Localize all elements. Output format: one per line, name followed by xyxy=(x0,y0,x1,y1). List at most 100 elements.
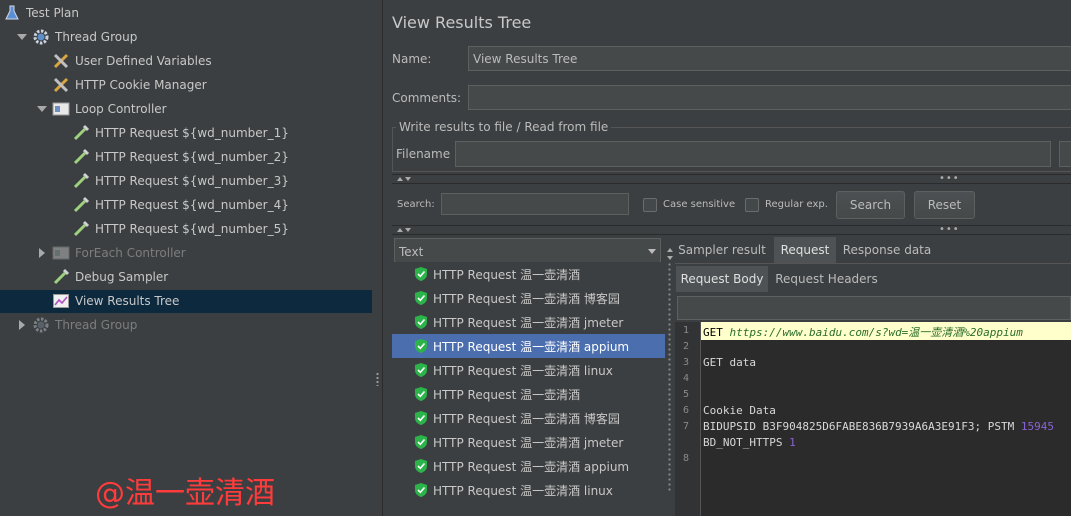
tab-response-data[interactable]: Response data xyxy=(841,237,933,263)
tree-label: HTTP Request ${wd_number_5} xyxy=(95,222,289,236)
tree-label: Debug Sampler xyxy=(75,270,169,284)
result-list-item[interactable]: HTTP Request 温一壶清酒 博客园 xyxy=(392,406,665,430)
tree-item-thread-group[interactable]: Thread Group xyxy=(16,25,137,49)
expand-arrow-icon[interactable] xyxy=(36,247,48,259)
regular-exp-label: Regular exp. xyxy=(765,199,828,210)
tree-item-debug-sampler[interactable]: Debug Sampler xyxy=(52,265,168,289)
result-label: HTTP Request 温一壶清酒 xyxy=(433,267,581,282)
tab-divider xyxy=(675,263,1071,264)
pipette-icon xyxy=(72,220,90,238)
tree-item-http-cookie-manager[interactable]: HTTP Cookie Manager xyxy=(52,73,207,97)
chevron-down-icon xyxy=(648,249,656,254)
split-bar[interactable] xyxy=(392,174,1071,184)
search-button[interactable]: Search xyxy=(836,191,905,219)
pass-shield-icon xyxy=(415,315,427,329)
gear-icon xyxy=(32,28,50,46)
request-search-input[interactable] xyxy=(677,296,1071,320)
tree-item-user-defined-variables[interactable]: User Defined Variables xyxy=(52,49,212,73)
pass-shield-icon xyxy=(415,291,427,305)
pipette-icon xyxy=(72,172,90,190)
tree-label: ForEach Controller xyxy=(75,246,186,260)
results-list[interactable]: HTTP Request 温一壶清酒 HTTP Request 温一壶清酒 博客园… xyxy=(392,262,665,516)
result-label: HTTP Request 温一壶清酒 博客园 xyxy=(433,411,620,426)
cookie-text: BD_NOT_HTTPS xyxy=(703,436,783,449)
result-list-item[interactable]: HTTP Request 温一壶清酒 博客园 xyxy=(392,286,665,310)
tree-item-http-request-3[interactable]: HTTP Request ${wd_number_3} xyxy=(72,169,289,193)
result-list-item[interactable]: HTTP Request 温一壶清酒 jmeter xyxy=(392,430,665,454)
case-sensitive-checkbox[interactable] xyxy=(643,198,657,212)
tree-item-test-plan[interactable]: Test Plan xyxy=(3,1,79,25)
pass-shield-icon xyxy=(415,483,427,497)
tree-label: Test Plan xyxy=(26,6,79,20)
write-results-legend: Write results to file / Read from file xyxy=(396,120,612,134)
scroll-up-icon[interactable] xyxy=(667,248,673,252)
page-title: View Results Tree xyxy=(392,13,532,32)
tree-item-view-results-tree[interactable]: View Results Tree xyxy=(52,289,179,313)
tab-sampler-result[interactable]: Sampler result xyxy=(676,237,768,263)
wrench-screwdriver-icon xyxy=(52,52,70,70)
tree-label: HTTP Request ${wd_number_3} xyxy=(95,174,289,188)
result-list-item[interactable]: HTTP Request 温一壶清酒 appium xyxy=(392,334,665,358)
comments-field[interactable] xyxy=(468,85,1071,110)
split-bar[interactable] xyxy=(392,225,1071,235)
code-line-3: GET data xyxy=(703,356,756,369)
cookie-value: 1 xyxy=(789,436,796,449)
result-label: HTTP Request 温一壶清酒 linux xyxy=(433,483,613,498)
result-list-item[interactable]: HTTP Request 温一壶清酒 linux xyxy=(392,478,665,502)
request-body-text[interactable]: 1 2 3 4 5 6 7 8 GET https://www.baidu.co… xyxy=(675,322,1071,516)
tab-request-headers[interactable]: Request Headers xyxy=(774,266,879,292)
scroll-grip-icon[interactable] xyxy=(668,262,671,492)
drag-grip-icon[interactable] xyxy=(376,372,379,386)
collapse-up-icon[interactable] xyxy=(397,177,403,181)
pipette-icon xyxy=(72,124,90,142)
tab-request-body[interactable]: Request Body xyxy=(676,266,768,292)
line-number: 2 xyxy=(682,341,689,352)
result-list-item[interactable]: HTTP Request 温一壶清酒 xyxy=(392,262,665,286)
result-list-item[interactable]: HTTP Request 温一壶清酒 linux xyxy=(392,358,665,382)
pipette-icon xyxy=(72,196,90,214)
collapse-arrow-icon[interactable] xyxy=(36,103,48,115)
expand-down-icon[interactable] xyxy=(405,177,411,181)
collapse-arrow-icon[interactable] xyxy=(16,31,28,43)
tree-item-loop-controller[interactable]: Loop Controller xyxy=(36,97,167,121)
split-pane-divider[interactable] xyxy=(372,0,383,516)
tab-request[interactable]: Request xyxy=(774,237,836,263)
comments-label: Comments: xyxy=(392,91,462,105)
drag-dots-icon[interactable]: ••• xyxy=(939,225,960,235)
request-url-link[interactable]: https://www.baidu.com/s?wd=温一壶清酒%20appiu… xyxy=(730,326,1023,339)
tree-label: View Results Tree xyxy=(75,294,180,308)
pass-shield-icon xyxy=(415,267,427,281)
reset-button[interactable]: Reset xyxy=(914,191,975,219)
tree-label: Loop Controller xyxy=(75,102,167,116)
test-plan-tree: Test Plan Thread Group User Defined Vari… xyxy=(0,0,372,516)
result-list-item[interactable]: HTTP Request 温一壶清酒 jmeter xyxy=(392,310,665,334)
collapse-up-icon[interactable] xyxy=(397,228,403,232)
pass-shield-icon xyxy=(415,435,427,449)
browse-button[interactable] xyxy=(1059,141,1071,167)
tree-label: HTTP Request ${wd_number_1} xyxy=(95,126,289,140)
renderer-select[interactable]: Text xyxy=(394,238,661,265)
search-input[interactable] xyxy=(441,193,629,215)
result-label: HTTP Request 温一壶清酒 jmeter xyxy=(433,435,624,450)
list-scrollbar[interactable] xyxy=(667,248,673,516)
tree-item-http-request-5[interactable]: HTTP Request ${wd_number_5} xyxy=(72,217,289,241)
tree-item-http-request-4[interactable]: HTTP Request ${wd_number_4} xyxy=(72,193,289,217)
line-number: 3 xyxy=(682,357,689,368)
scroll-down-icon[interactable] xyxy=(667,256,673,260)
tree-item-http-request-2[interactable]: HTTP Request ${wd_number_2} xyxy=(72,145,289,169)
expand-arrow-icon[interactable] xyxy=(16,319,28,331)
watermark-text: @温一壶清酒 xyxy=(95,476,275,511)
result-list-item[interactable]: HTTP Request 温一壶清酒 appium xyxy=(392,454,665,478)
result-list-item[interactable]: HTTP Request 温一壶清酒 xyxy=(392,382,665,406)
filename-input[interactable] xyxy=(455,141,1051,167)
expand-down-icon[interactable] xyxy=(405,228,411,232)
name-field[interactable]: View Results Tree xyxy=(468,46,1071,71)
drag-dots-icon[interactable]: ••• xyxy=(939,174,960,184)
tree-item-http-request-1[interactable]: HTTP Request ${wd_number_1} xyxy=(72,121,289,145)
tree-item-thread-group-2[interactable]: Thread Group xyxy=(16,313,137,337)
regular-exp-checkbox[interactable] xyxy=(745,198,759,212)
pass-shield-icon xyxy=(415,411,427,425)
tree-item-foreach-controller[interactable]: ForEach Controller xyxy=(36,241,186,265)
tree-label: Thread Group xyxy=(55,30,138,44)
line-number: 4 xyxy=(682,373,689,384)
